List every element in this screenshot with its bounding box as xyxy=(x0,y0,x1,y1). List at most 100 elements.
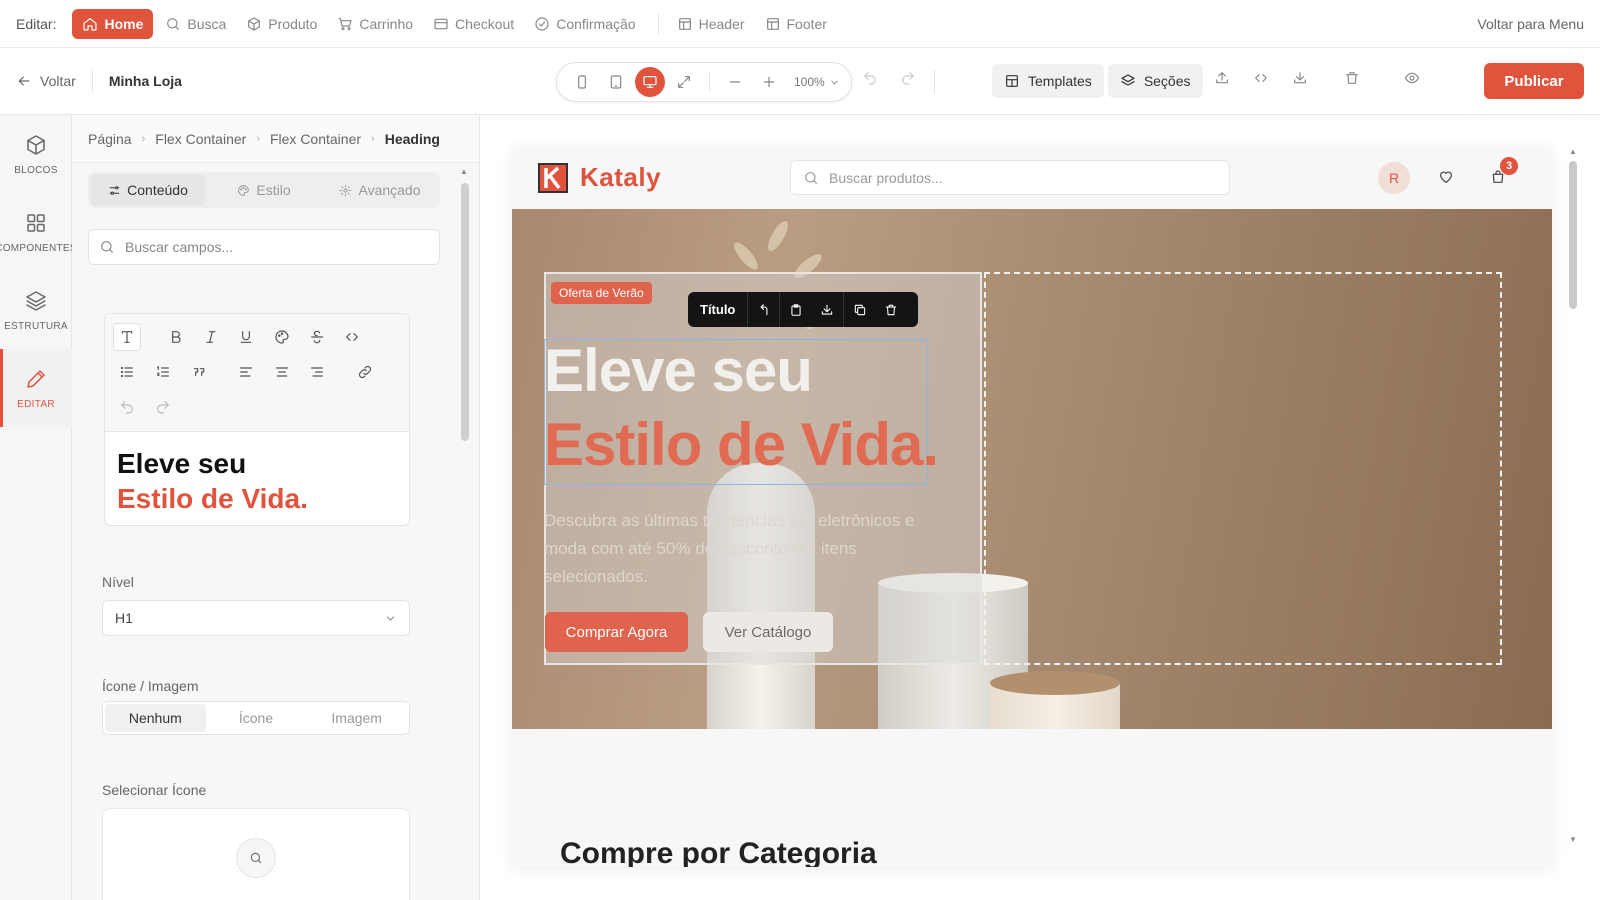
hero-description[interactable]: Descubra as últimas tendências em eletrô… xyxy=(544,507,954,591)
export-button[interactable] xyxy=(1214,70,1230,86)
hero-heading-line-1[interactable]: Eleve seu xyxy=(544,337,813,405)
editor-content[interactable]: Eleve seu Estilo de Vida. xyxy=(105,432,409,525)
zoom-in-button[interactable] xyxy=(754,67,784,97)
back-to-menu-link[interactable]: Voltar para Menu xyxy=(1477,16,1584,32)
code-button[interactable] xyxy=(1253,70,1269,86)
select-parent-button[interactable] xyxy=(747,292,779,327)
view-catalog-button[interactable]: Ver Catálogo xyxy=(703,612,833,652)
desktop-view-button[interactable] xyxy=(635,67,665,97)
bold-button[interactable] xyxy=(162,323,190,351)
nav-home[interactable]: Home xyxy=(72,8,154,39)
tab-advanced[interactable]: Avançado xyxy=(322,174,438,206)
fullscreen-button[interactable] xyxy=(669,67,699,97)
publish-button[interactable]: Publicar xyxy=(1484,63,1584,99)
site-header[interactable]: Kataly Buscar produtos... R 3 xyxy=(512,147,1552,209)
preview-button[interactable] xyxy=(1404,70,1420,86)
scroll-up-icon[interactable]: ▲ xyxy=(460,167,470,176)
numbered-list-button[interactable] xyxy=(149,358,177,386)
option-none[interactable]: Nenhum xyxy=(105,704,206,732)
zoom-value: 100% xyxy=(794,75,825,89)
option-image[interactable]: Imagem xyxy=(306,704,407,732)
avatar[interactable]: R xyxy=(1378,162,1410,194)
panel-scrollbar[interactable]: ▲ ▼ xyxy=(458,163,479,900)
italic-button[interactable] xyxy=(197,323,225,351)
hero-section[interactable]: Oferta de Verão Eleve seu Estilo de Vida… xyxy=(512,209,1552,729)
nav-header[interactable]: Header xyxy=(669,9,753,39)
templates-button[interactable]: Templates xyxy=(992,64,1104,98)
nav-produto[interactable]: Produto xyxy=(238,9,325,39)
rail-blocks[interactable]: BLOCOS xyxy=(0,115,72,193)
logo-mark xyxy=(538,162,568,193)
cart-icon xyxy=(338,17,352,30)
scrollbar-thumb[interactable] xyxy=(1569,161,1577,309)
text-color-button[interactable] xyxy=(268,323,296,351)
site-logo[interactable]: Kataly xyxy=(538,162,661,193)
delete-element-button[interactable] xyxy=(875,292,907,327)
scroll-down-icon[interactable]: ▼ xyxy=(1569,835,1577,844)
breadcrumb-item[interactable]: Flex Container xyxy=(155,131,246,147)
icon-search-button[interactable] xyxy=(236,838,276,878)
tablet-icon xyxy=(610,75,622,89)
shop-now-button[interactable]: Comprar Agora xyxy=(545,612,688,652)
flex-container-outline[interactable] xyxy=(984,272,1502,665)
scroll-up-icon[interactable]: ▲ xyxy=(1569,147,1577,156)
align-right-button[interactable] xyxy=(303,358,331,386)
undo-button[interactable] xyxy=(113,393,141,421)
icon-image-label: Ícone / Imagem xyxy=(102,678,199,694)
rail-components[interactable]: COMPONENTES xyxy=(0,193,77,271)
tab-advanced-label: Avançado xyxy=(358,182,421,198)
duplicate-button[interactable] xyxy=(843,292,875,327)
strikethrough-button[interactable] xyxy=(303,323,331,351)
back-button[interactable]: Voltar xyxy=(16,73,76,89)
bullet-list-button[interactable] xyxy=(113,358,141,386)
layout-icon xyxy=(678,17,691,30)
quote-button[interactable] xyxy=(185,358,213,386)
clipboard-icon xyxy=(791,303,801,316)
download-button[interactable] xyxy=(1292,70,1308,86)
zoom-out-button[interactable] xyxy=(720,67,750,97)
tab-content[interactable]: Conteúdo xyxy=(90,174,206,206)
sections-button[interactable]: Seções xyxy=(1107,64,1203,98)
canvas-scrollbar[interactable]: ▲ ▼ xyxy=(1566,147,1580,857)
link-button[interactable] xyxy=(351,358,379,386)
icon-picker xyxy=(102,808,410,900)
download-icon xyxy=(822,304,833,315)
rail-edit[interactable]: EDITAR xyxy=(0,349,72,427)
nav-checkout[interactable]: Checkout xyxy=(425,9,522,39)
undo-button[interactable] xyxy=(862,70,878,86)
breadcrumb-item[interactable]: Flex Container xyxy=(270,131,361,147)
text-format-button[interactable] xyxy=(113,323,141,351)
nav-carrinho[interactable]: Carrinho xyxy=(329,9,421,39)
site-search-input[interactable]: Buscar produtos... xyxy=(790,160,1230,195)
download-element-button[interactable] xyxy=(811,292,843,327)
align-center-button[interactable] xyxy=(268,358,296,386)
field-search-input[interactable]: Buscar campos... xyxy=(88,229,440,265)
breadcrumb-item[interactable]: Página xyxy=(88,131,132,147)
redo-button[interactable] xyxy=(149,393,177,421)
hero-heading-line-2[interactable]: Estilo de Vida. xyxy=(544,411,939,479)
redo-icon xyxy=(157,401,169,414)
level-select[interactable]: H1 xyxy=(102,600,410,636)
tab-style[interactable]: Estilo xyxy=(206,174,322,206)
offer-badge: Oferta de Verão xyxy=(551,282,652,304)
scrollbar-thumb[interactable] xyxy=(461,183,469,441)
wishlist-button[interactable] xyxy=(1438,169,1454,185)
rail-structure[interactable]: ESTRUTURA xyxy=(0,271,72,349)
tablet-view-button[interactable] xyxy=(601,67,631,97)
delete-page-button[interactable] xyxy=(1344,70,1360,86)
sliders-icon xyxy=(109,185,120,195)
mobile-view-button[interactable] xyxy=(567,67,597,97)
properties-panel: Página › Flex Container › Flex Container… xyxy=(72,115,480,900)
option-icon[interactable]: Ícone xyxy=(206,704,307,732)
code-button[interactable] xyxy=(338,323,366,351)
nav-busca[interactable]: Busca xyxy=(157,9,234,39)
save-component-button[interactable] xyxy=(779,292,811,327)
plant-leaf xyxy=(764,218,792,254)
category-section-heading[interactable]: Compre por Categoria xyxy=(560,837,877,867)
nav-confirmacao[interactable]: Confirmação xyxy=(526,9,643,39)
zoom-select[interactable]: 100% xyxy=(794,75,840,89)
align-left-button[interactable] xyxy=(232,358,260,386)
underline-button[interactable] xyxy=(232,323,260,351)
redo-button[interactable] xyxy=(900,70,916,86)
nav-footer[interactable]: Footer xyxy=(757,9,835,39)
